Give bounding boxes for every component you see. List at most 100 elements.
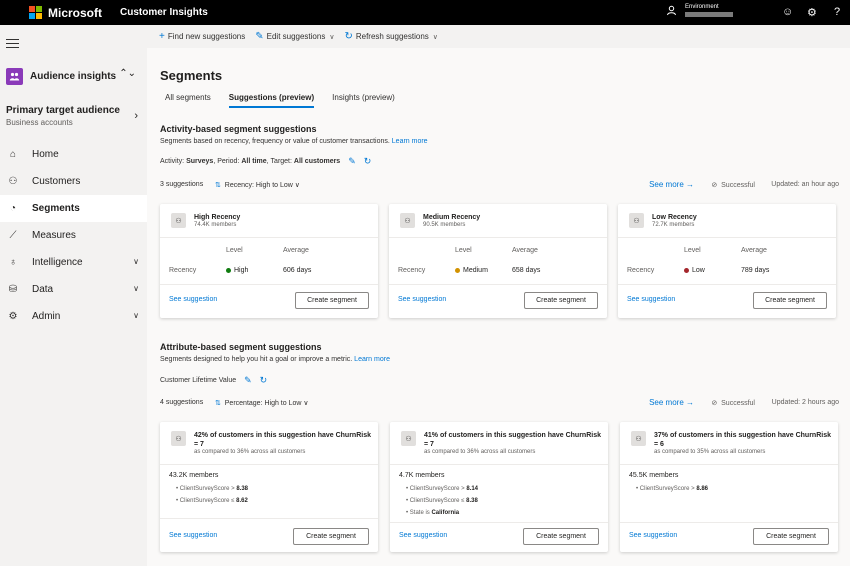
- environment-switcher[interactable]: Environment: [666, 3, 733, 17]
- tab-insights[interactable]: Insights (preview): [332, 93, 395, 108]
- attribute-metric: Customer Lifetime Value ✎ ↻: [160, 375, 267, 386]
- activity-toolbar: 3 suggestions ⇅ Recency: High to Low ∨ S…: [160, 180, 839, 189]
- top-bar: Microsoft Customer Insights Environment …: [0, 0, 850, 25]
- find-new-suggestions-button[interactable]: + Find new suggestions: [159, 31, 245, 42]
- level-text: High: [234, 267, 249, 274]
- card-compare: as compared to 35% across all customers: [654, 449, 766, 455]
- sidebar-item-label: Home: [32, 149, 59, 160]
- create-segment-button[interactable]: Create segment: [523, 528, 599, 545]
- activity-desc-text: Segments based on recency, frequency or …: [160, 138, 390, 145]
- card-members: 72.7K members: [652, 222, 695, 228]
- row-label: Recency: [627, 267, 655, 274]
- status-dot-icon: [684, 267, 689, 273]
- refresh-suggestions-button[interactable]: ↻ Refresh suggestions ∨: [344, 31, 437, 42]
- attribute-card: ⚇ 42% of customers in this suggestion ha…: [160, 422, 378, 552]
- see-suggestion-link[interactable]: See suggestion: [627, 296, 675, 303]
- edit-suggestions-button[interactable]: ✎ Edit suggestions ∨: [255, 31, 334, 42]
- microsoft-logo-icon: [29, 6, 42, 19]
- level-value: Low: [684, 267, 705, 274]
- tab-suggestions[interactable]: Suggestions (preview): [228, 93, 315, 108]
- segment-icon: ⚇: [401, 431, 416, 446]
- level-text: Low: [692, 267, 705, 274]
- pencil-icon[interactable]: ✎: [348, 156, 356, 167]
- gear-icon[interactable]: ⚙: [807, 6, 817, 19]
- audience-selector[interactable]: Primary target audience Business account…: [6, 105, 142, 127]
- card-divider: [618, 284, 836, 285]
- learn-more-link[interactable]: Learn more: [392, 138, 428, 145]
- create-segment-button[interactable]: Create segment: [293, 528, 369, 545]
- create-segment-button[interactable]: Create segment: [524, 292, 598, 309]
- rule-label: ClientSurveyScore ≤: [179, 498, 235, 504]
- sidebar-item-admin[interactable]: ⚙ Admin ∨: [0, 303, 147, 330]
- chevron-down-icon: ∨: [329, 33, 335, 41]
- tab-all-segments[interactable]: All segments: [165, 93, 211, 108]
- suggestion-count: 3 suggestions: [160, 181, 204, 188]
- filter-target-value: All customers: [293, 158, 341, 165]
- card-divider: [160, 237, 378, 238]
- edit-suggestions-label: Edit suggestions: [266, 32, 326, 41]
- database-icon: ⛁: [8, 284, 18, 295]
- create-segment-button[interactable]: Create segment: [753, 528, 829, 545]
- rule-label: ClientSurveyScore ≤: [409, 498, 465, 504]
- level-text: Medium: [463, 267, 488, 274]
- average-header: Average: [283, 247, 309, 254]
- rule-label: ClientSurveyScore >: [639, 486, 695, 492]
- rule-item: • ClientSurveyScore > 8.38: [176, 486, 248, 492]
- card-divider: [160, 464, 378, 465]
- attribute-card: ⚇ 37% of customers in this suggestion ha…: [620, 422, 838, 552]
- create-segment-button[interactable]: Create segment: [295, 292, 369, 309]
- attribute-section-desc: Segments designed to help you hit a goal…: [160, 356, 390, 363]
- sidebar-nav: ⌂ Home ⚇ Customers ◔ Segments ⟋ Measures…: [0, 141, 147, 330]
- card-compare: as compared to 36% across all customers: [424, 449, 536, 455]
- learn-more-link[interactable]: Learn more: [354, 356, 390, 363]
- sidebar-item-segments[interactable]: ◔ Segments: [0, 195, 147, 222]
- refresh-icon[interactable]: ↻: [364, 156, 372, 167]
- smile-icon[interactable]: ☺: [782, 6, 793, 18]
- rule-item: • State is California: [406, 510, 460, 516]
- sidebar-item-label: Segments: [32, 203, 80, 214]
- rule-value: 8.62: [236, 498, 248, 504]
- refresh-icon[interactable]: ↻: [260, 375, 268, 386]
- hamburger-menu-icon[interactable]: [6, 39, 19, 51]
- tab-list: All segments Suggestions (preview) Insig…: [165, 93, 413, 108]
- card-title-cont: = 7: [194, 441, 204, 448]
- see-suggestion-link[interactable]: See suggestion: [169, 296, 217, 303]
- rule-item: • ClientSurveyScore > 8.86: [636, 486, 708, 492]
- sidebar-item-label: Measures: [32, 230, 76, 241]
- find-new-suggestions-label: Find new suggestions: [167, 32, 246, 41]
- app-switcher[interactable]: Audience insights ⌃⌄: [6, 66, 142, 86]
- see-suggestion-link[interactable]: See suggestion: [169, 532, 217, 539]
- status-badge: ⊘ Successful: [711, 400, 755, 407]
- updated-time: Updated: an hour ago: [771, 181, 839, 188]
- sidebar-item-customers[interactable]: ⚇ Customers: [0, 168, 147, 195]
- card-divider: [620, 464, 838, 465]
- see-more-link[interactable]: See more →: [649, 180, 694, 189]
- see-suggestion-link[interactable]: See suggestion: [398, 296, 446, 303]
- average-value: 606 days: [283, 267, 312, 274]
- average-value: 658 days: [512, 267, 541, 274]
- sidebar-item-measures[interactable]: ⟋ Measures: [0, 222, 147, 249]
- see-more-label: See more: [649, 398, 684, 407]
- person-icon: [667, 5, 676, 15]
- app-name[interactable]: Customer Insights: [120, 7, 208, 18]
- people-icon: ⚇: [8, 176, 18, 187]
- help-icon[interactable]: ?: [834, 6, 840, 18]
- create-segment-button[interactable]: Create segment: [753, 292, 827, 309]
- pencil-icon[interactable]: ✎: [244, 375, 252, 386]
- card-title-cont: = 7: [424, 441, 434, 448]
- activity-filter-summary: Activity: Surveys, Period: All time, Tar…: [160, 156, 372, 167]
- sort-dropdown[interactable]: ⇅ Percentage: High to Low ∨: [215, 399, 309, 407]
- sidebar-item-intelligence[interactable]: ♁ Intelligence ∨: [0, 249, 147, 276]
- see-suggestion-link[interactable]: See suggestion: [629, 532, 677, 539]
- see-more-link[interactable]: See more →: [649, 398, 694, 407]
- sidebar-item-label: Customers: [32, 176, 81, 187]
- card-divider: [390, 464, 608, 465]
- average-header: Average: [512, 247, 538, 254]
- level-header: Level: [455, 247, 472, 254]
- sort-dropdown[interactable]: ⇅ Recency: High to Low ∨: [215, 181, 300, 189]
- chevron-down-icon: ∨: [133, 311, 139, 320]
- average-header: Average: [741, 247, 767, 254]
- sidebar-item-data[interactable]: ⛁ Data ∨: [0, 276, 147, 303]
- sidebar-item-home[interactable]: ⌂ Home: [0, 141, 147, 168]
- see-suggestion-link[interactable]: See suggestion: [399, 532, 447, 539]
